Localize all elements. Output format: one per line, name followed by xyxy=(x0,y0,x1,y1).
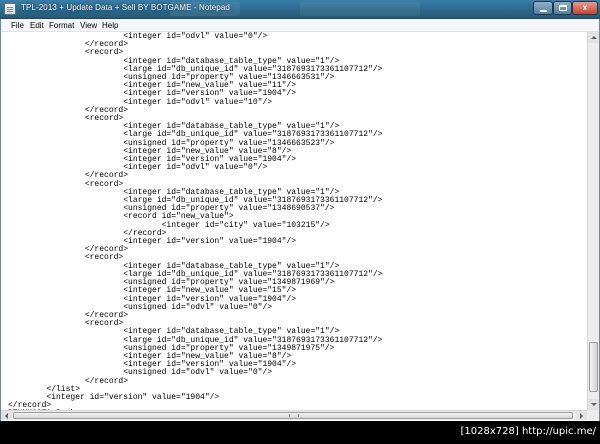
horizontal-scrollbar[interactable] xyxy=(1,410,587,420)
close-icon: x xyxy=(582,3,588,12)
arrow-down-icon xyxy=(591,403,597,406)
notepad-icon[interactable] xyxy=(4,3,16,15)
image-footer: [1028x728] http://upic.me/ xyxy=(0,421,600,444)
horizontal-scroll-thumb[interactable] xyxy=(13,412,573,419)
scrollbar-corner xyxy=(587,410,599,420)
minimize-icon xyxy=(540,10,547,12)
title-glass-reflection xyxy=(300,2,420,16)
title-bar[interactable]: TPL-2013 + Update Data + Sell BY BOTGAME… xyxy=(0,0,600,19)
arrow-right-icon xyxy=(580,413,583,419)
scroll-up-button[interactable] xyxy=(588,32,599,43)
close-button[interactable]: x xyxy=(572,1,598,15)
arrow-left-icon xyxy=(5,413,8,419)
menu-file[interactable]: File xyxy=(11,20,24,31)
menu-bar: File Edit Format View Help xyxy=(0,19,600,32)
menu-help[interactable]: Help xyxy=(102,20,118,31)
minimize-button[interactable] xyxy=(533,1,553,15)
scroll-down-button[interactable] xyxy=(588,399,599,410)
editor-content[interactable]: <integer id="odvl" value="0"/> </record>… xyxy=(8,32,382,410)
watermark-text: [1028x728] http://upic.me/ xyxy=(460,426,596,437)
vertical-scroll-thumb[interactable] xyxy=(589,342,598,392)
scroll-left-button[interactable] xyxy=(1,411,12,420)
window-border-left xyxy=(0,19,1,421)
text-editor[interactable]: <integer id="odvl" value="0"/> </record>… xyxy=(1,32,587,410)
vertical-scrollbar[interactable] xyxy=(587,32,599,410)
maximize-icon xyxy=(559,5,567,11)
menu-view[interactable]: View xyxy=(80,20,97,31)
menu-format[interactable]: Format xyxy=(49,20,74,31)
window-title: TPL-2013 + Update Data + Sell BY BOTGAME… xyxy=(21,3,230,12)
menu-edit[interactable]: Edit xyxy=(30,20,44,31)
arrow-up-icon xyxy=(591,36,597,39)
scroll-grip-icon xyxy=(289,414,299,417)
maximize-button[interactable] xyxy=(553,1,572,15)
scroll-right-button[interactable] xyxy=(576,411,587,420)
